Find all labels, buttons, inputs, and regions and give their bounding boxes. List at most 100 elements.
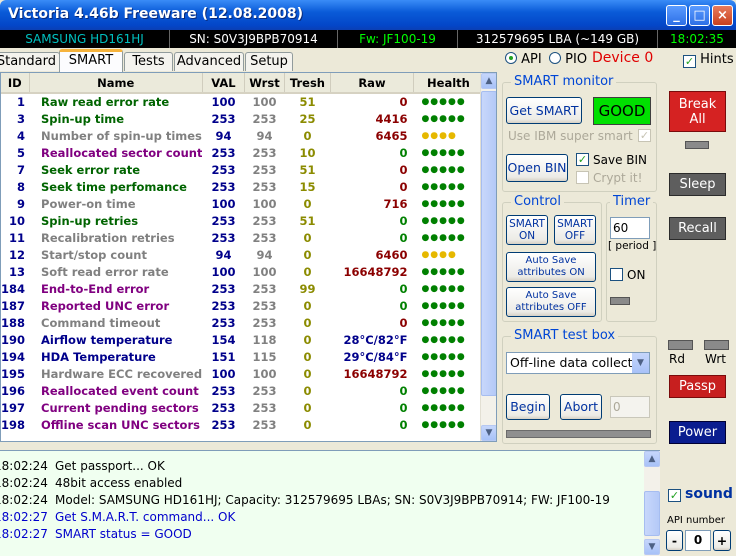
tab-standard[interactable]: Standard bbox=[0, 52, 60, 71]
tab-tests[interactable]: Tests bbox=[124, 52, 173, 71]
table-scrollbar[interactable]: ▲ ▼ bbox=[480, 73, 496, 441]
attr-health: ●●●●● bbox=[421, 283, 466, 294]
table-row[interactable]: 11 Recalibration retries 253 253 0 0 ●●●●● bbox=[1, 229, 483, 246]
attr-tresh: 99 bbox=[299, 281, 316, 296]
api-minus-button[interactable]: - bbox=[666, 530, 683, 551]
col-raw[interactable]: Raw bbox=[330, 73, 414, 94]
smart-off-button[interactable]: SMART OFF bbox=[554, 215, 596, 245]
test-type-select[interactable]: Off-line data collect ▼ bbox=[506, 352, 650, 374]
hints-check[interactable]: ✓ bbox=[683, 55, 696, 68]
log-scrollbar[interactable]: ▲ ▼ bbox=[644, 451, 660, 556]
table-row[interactable]: 190 Airflow temperature 154 118 0 28°C/82°F ●●… bbox=[1, 331, 483, 348]
dropdown-arrow-icon[interactable]: ▼ bbox=[632, 353, 649, 373]
pio-radio-dot[interactable] bbox=[549, 52, 561, 64]
maximize-button[interactable]: □ bbox=[689, 5, 710, 26]
table-row[interactable]: 197 Current pending sectors 253 253 0 0 ●●●●● bbox=[1, 399, 483, 416]
table-row[interactable]: 196 Reallocated event count 253 253 0 0 ●●●●● bbox=[1, 382, 483, 399]
tab-setup[interactable]: Setup bbox=[245, 52, 293, 71]
api-radio-dot[interactable] bbox=[505, 52, 517, 64]
attr-raw: 0 bbox=[399, 162, 408, 177]
attr-name: HDA Temperature bbox=[41, 349, 156, 364]
api-plus-button[interactable]: + bbox=[713, 530, 731, 551]
attr-wrst: 253 bbox=[252, 281, 277, 296]
pio-radio[interactable]: PIO bbox=[549, 52, 587, 67]
close-button[interactable]: × bbox=[712, 5, 733, 26]
abort-button[interactable]: Abort bbox=[560, 394, 602, 420]
table-row[interactable]: 4 Number of spin-up times 94 94 0 6465 ●●●● bbox=[1, 127, 483, 144]
write-indicator bbox=[704, 340, 729, 350]
attr-wrst: 100 bbox=[252, 366, 277, 381]
table-row[interactable]: 1 Raw read error rate 100 100 51 0 ●●●●● bbox=[1, 93, 483, 110]
timer-on-check[interactable] bbox=[610, 268, 623, 281]
attr-raw: 29°C/84°F bbox=[343, 349, 408, 364]
attr-tresh: 0 bbox=[303, 196, 312, 211]
log-scroll-thumb[interactable] bbox=[644, 491, 660, 536]
sound-check[interactable]: ✓ bbox=[668, 489, 681, 502]
col-health[interactable]: Health bbox=[413, 73, 484, 94]
passport-button[interactable]: Passp bbox=[669, 375, 726, 398]
attr-raw: 4416 bbox=[375, 111, 408, 126]
timer-input[interactable]: 60 bbox=[610, 217, 650, 239]
tab-advanced[interactable]: Advanced bbox=[174, 52, 244, 71]
attr-raw: 28°C/82°F bbox=[343, 332, 408, 347]
attr-id: 10 bbox=[9, 213, 26, 228]
table-row[interactable]: 187 Reported UNC error 253 253 0 0 ●●●●● bbox=[1, 297, 483, 314]
sleep-button[interactable]: Sleep bbox=[669, 173, 726, 196]
log-message: 48bit access enabled bbox=[55, 476, 183, 490]
log-time: 18:02:27 bbox=[0, 510, 48, 524]
table-row[interactable]: 5 Reallocated sector count 253 253 10 0 ●●●●● bbox=[1, 144, 483, 161]
minimize-button[interactable]: _ bbox=[666, 5, 687, 26]
log-message: Get passport... OK bbox=[55, 459, 165, 473]
api-number-input[interactable]: 0 bbox=[685, 530, 711, 551]
attr-health: ●●●●● bbox=[421, 198, 466, 209]
log-scroll-up-icon[interactable]: ▲ bbox=[644, 451, 660, 467]
log-scroll-down-icon[interactable]: ▼ bbox=[644, 539, 660, 555]
table-row[interactable]: 12 Start/stop count 94 94 0 6460 ●●●● bbox=[1, 246, 483, 263]
table-row[interactable]: 10 Spin-up retries 253 253 51 0 ●●●●● bbox=[1, 212, 483, 229]
col-tresh[interactable]: Tresh bbox=[284, 73, 331, 94]
table-row[interactable]: 13 Soft read error rate 100 100 0 16648792 ●●●… bbox=[1, 263, 483, 280]
attr-health: ●●●●● bbox=[421, 232, 466, 243]
table-row[interactable]: 184 End-to-End error 253 253 99 0 ●●●●● bbox=[1, 280, 483, 297]
tab-smart[interactable]: SMART bbox=[59, 49, 123, 72]
get-smart-button[interactable]: Get SMART bbox=[506, 97, 582, 124]
begin-button[interactable]: Begin bbox=[506, 394, 550, 420]
scroll-down-icon[interactable]: ▼ bbox=[481, 425, 496, 441]
open-bin-button[interactable]: Open BIN bbox=[506, 154, 568, 182]
table-row[interactable]: 3 Spin-up time 253 253 25 4416 ●●●●● bbox=[1, 110, 483, 127]
scroll-up-icon[interactable]: ▲ bbox=[481, 73, 496, 89]
log-message: SMART status = GOOD bbox=[55, 527, 192, 541]
attr-id: 4 bbox=[17, 128, 26, 143]
table-row[interactable]: 198 Offline scan UNC sectors 253 253 0 0 ●●●●● bbox=[1, 416, 483, 433]
table-row[interactable]: 9 Power-on time 100 100 0 716 ●●●●● bbox=[1, 195, 483, 212]
ibm-super-smart-check[interactable]: ✓ bbox=[638, 129, 651, 142]
attr-val: 253 bbox=[211, 111, 236, 126]
col-id[interactable]: ID bbox=[1, 73, 30, 94]
table-row[interactable]: 7 Seek error rate 253 253 51 0 ●●●●● bbox=[1, 161, 483, 178]
break-all-button[interactable]: Break All bbox=[669, 91, 726, 132]
col-name[interactable]: Name bbox=[29, 73, 203, 94]
scroll-thumb[interactable] bbox=[481, 91, 496, 396]
save-bin-label: Save BIN bbox=[593, 153, 648, 167]
save-bin-check[interactable]: ✓ bbox=[576, 153, 589, 166]
col-wrst[interactable]: Wrst bbox=[244, 73, 285, 94]
table-row[interactable]: 188 Command timeout 253 253 0 0 ●●●●● bbox=[1, 314, 483, 331]
attr-name: End-to-End error bbox=[41, 281, 150, 296]
power-button[interactable]: Power bbox=[669, 421, 726, 444]
title-bar[interactable]: Victoria 4.46b Freeware (12.08.2008) _ □… bbox=[0, 0, 736, 30]
col-val[interactable]: VAL bbox=[202, 73, 245, 94]
api-radio[interactable]: API bbox=[505, 52, 542, 67]
smart-on-button[interactable]: SMART ON bbox=[506, 215, 548, 245]
autosave-on-button[interactable]: Auto Save attributes ON bbox=[506, 252, 596, 282]
table-row[interactable]: 195 Hardware ECC recovered 100 100 0 16648792… bbox=[1, 365, 483, 382]
test-progress-input[interactable]: 0 bbox=[610, 396, 650, 418]
autosave-off-button[interactable]: Auto Save attributes OFF bbox=[506, 287, 596, 317]
table-row[interactable]: 194 HDA Temperature 151 115 0 29°C/84°F ●●●●● bbox=[1, 348, 483, 365]
crypt-it-check[interactable] bbox=[576, 171, 589, 184]
attr-wrst: 253 bbox=[252, 179, 277, 194]
table-row[interactable]: 8 Seek time perfomance 253 253 15 0 ●●●●● bbox=[1, 178, 483, 195]
autosave-off-line1: Auto Save bbox=[525, 290, 577, 301]
log-time: 18:02:24 bbox=[0, 476, 48, 490]
hints-checkbox[interactable]: ✓ Hints bbox=[683, 52, 734, 68]
recall-button[interactable]: Recall bbox=[669, 217, 726, 240]
